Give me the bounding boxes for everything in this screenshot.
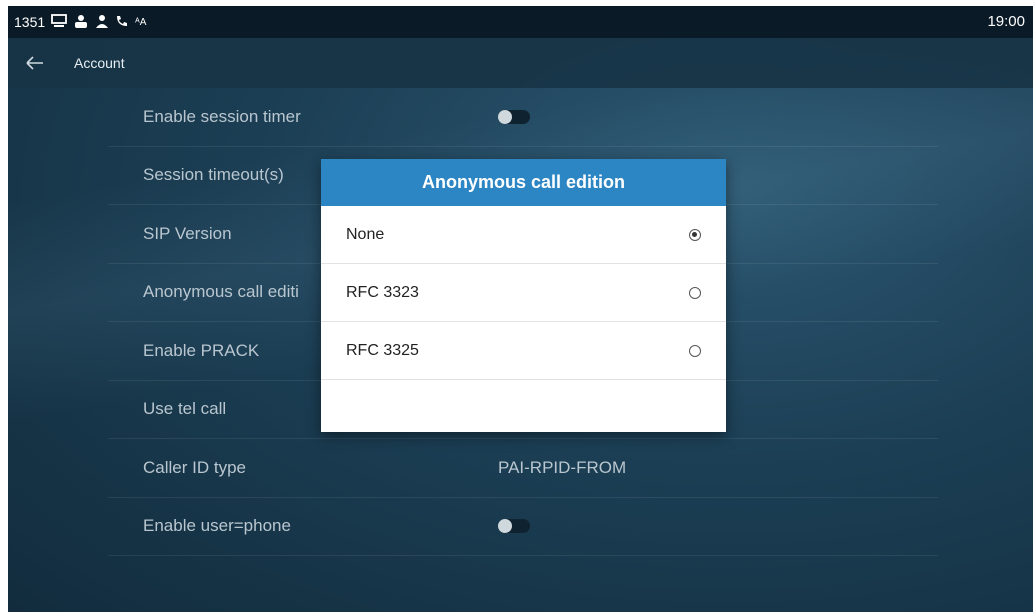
anonymous-call-dialog: Anonymous call edition None RFC 3323 RFC…: [321, 159, 726, 432]
option-label: None: [346, 225, 385, 243]
phone-screen: 1351 ᴬA 19:00 Account Enable session tim…: [8, 6, 1033, 612]
option-label: RFC 3323: [346, 283, 419, 301]
option-none[interactable]: None: [321, 206, 726, 264]
option-label: RFC 3325: [346, 341, 419, 359]
radio-icon[interactable]: [689, 344, 701, 357]
option-rfc-3323[interactable]: RFC 3323: [321, 264, 726, 322]
radio-icon[interactable]: [689, 286, 701, 299]
option-rfc-3325[interactable]: RFC 3325: [321, 322, 726, 380]
radio-selected-icon[interactable]: [689, 228, 701, 241]
dialog-title: Anonymous call edition: [321, 159, 726, 206]
dialog-overlay: Anonymous call edition None RFC 3323 RFC…: [8, 6, 1033, 612]
